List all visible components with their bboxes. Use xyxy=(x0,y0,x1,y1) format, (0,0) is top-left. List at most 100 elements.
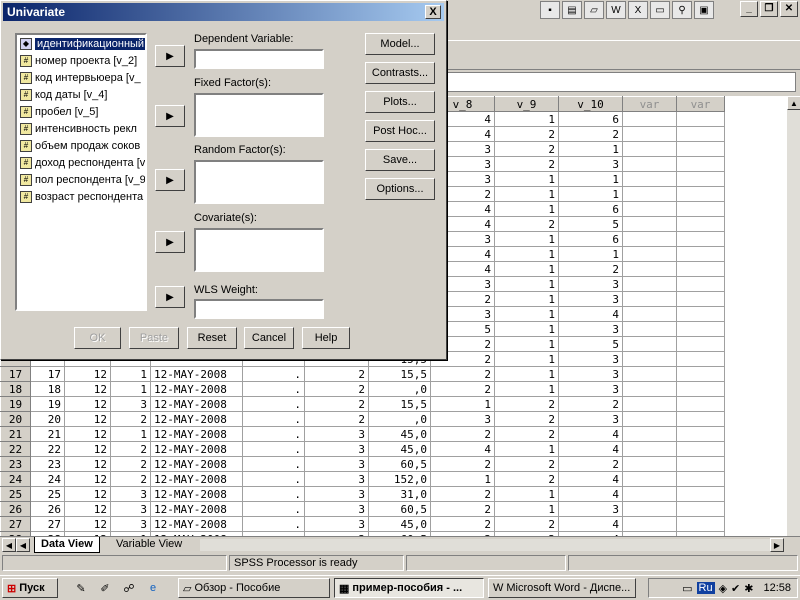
table-cell[interactable]: 2 xyxy=(430,426,495,442)
row-header[interactable]: 25 xyxy=(0,486,31,502)
table-cell[interactable] xyxy=(676,471,725,487)
quick-launch-pen-icon[interactable]: ✐ xyxy=(96,580,114,596)
image-icon[interactable]: ▣ xyxy=(694,1,714,19)
table-cell[interactable]: 2 xyxy=(494,426,559,442)
table-cell[interactable] xyxy=(622,291,677,307)
table-cell[interactable]: 6 xyxy=(558,231,623,247)
table-cell[interactable]: 2 xyxy=(558,261,623,277)
table-cell[interactable]: 2 xyxy=(494,456,559,472)
move-random-button[interactable]: ▶ xyxy=(155,169,185,191)
table-cell[interactable]: 20 xyxy=(30,411,65,427)
table-cell[interactable]: 21 xyxy=(30,426,65,442)
tray-check-icon[interactable]: ✔ xyxy=(731,582,740,595)
table-cell[interactable] xyxy=(622,186,677,202)
table-cell[interactable]: 152,0 xyxy=(368,471,431,487)
table-cell[interactable]: 1 xyxy=(494,501,559,517)
table-cell[interactable]: 12-MAY-2008 xyxy=(150,516,243,532)
table-cell[interactable] xyxy=(676,261,725,277)
table-cell[interactable]: 12-MAY-2008 xyxy=(150,426,243,442)
ok-button[interactable]: OK xyxy=(74,327,121,349)
table-cell[interactable]: 1 xyxy=(494,291,559,307)
table-cell[interactable]: 12-MAY-2008 xyxy=(150,396,243,412)
table-cell[interactable] xyxy=(622,156,677,172)
scroll-right-icon[interactable]: ▶ xyxy=(770,538,784,552)
table-cell[interactable] xyxy=(622,306,677,322)
table-cell[interactable]: . xyxy=(242,396,305,412)
table-cell[interactable]: 1 xyxy=(494,321,559,337)
taskbar-task[interactable]: ▦ пример-пособия - ... xyxy=(334,578,484,598)
table-cell[interactable] xyxy=(676,321,725,337)
table-cell[interactable]: 1 xyxy=(430,471,495,487)
table-cell[interactable]: 12-MAY-2008 xyxy=(150,456,243,472)
table-cell[interactable]: . xyxy=(242,516,305,532)
table-cell[interactable]: 6 xyxy=(558,111,623,127)
column-header[interactable]: var xyxy=(676,96,725,112)
table-cell[interactable] xyxy=(622,396,677,412)
table-cell[interactable]: 15,5 xyxy=(368,366,431,382)
table-cell[interactable]: 3 xyxy=(558,411,623,427)
table-cell[interactable]: 25 xyxy=(30,486,65,502)
table-cell[interactable]: 2 xyxy=(430,501,495,517)
table-cell[interactable]: 15,5 xyxy=(368,396,431,412)
variable-list-item[interactable]: # код интервьюера [v_ xyxy=(17,69,145,86)
table-cell[interactable]: 4 xyxy=(558,516,623,532)
table-cell[interactable]: 12 xyxy=(64,411,111,427)
table-cell[interactable] xyxy=(622,201,677,217)
fixed-factors-field[interactable] xyxy=(194,93,324,137)
table-cell[interactable]: 3 xyxy=(558,381,623,397)
column-header[interactable]: v_9 xyxy=(494,96,559,112)
variable-list-item[interactable]: # возраст респондента xyxy=(17,188,145,205)
variable-list-item[interactable]: # пол респондента [v_9 xyxy=(17,171,145,188)
table-cell[interactable]: 2 xyxy=(494,156,559,172)
table-cell[interactable]: 18 xyxy=(30,381,65,397)
variable-list-item[interactable]: # объем продаж соков xyxy=(17,137,145,154)
close-icon[interactable]: ✕ xyxy=(780,1,798,17)
table-cell[interactable]: 12 xyxy=(64,456,111,472)
table-cell[interactable]: 3 xyxy=(304,486,369,502)
table-cell[interactable]: 3 xyxy=(110,516,151,532)
table-cell[interactable] xyxy=(622,441,677,457)
table-cell[interactable] xyxy=(622,366,677,382)
table-cell[interactable] xyxy=(676,111,725,127)
minimize-icon[interactable]: _ xyxy=(740,1,758,17)
table-cell[interactable] xyxy=(676,306,725,322)
table-cell[interactable] xyxy=(622,231,677,247)
table-cell[interactable]: 2 xyxy=(110,456,151,472)
table-cell[interactable]: 3 xyxy=(558,366,623,382)
table-cell[interactable]: 3 xyxy=(304,456,369,472)
word-icon[interactable]: W xyxy=(606,1,626,19)
table-cell[interactable]: 3 xyxy=(304,471,369,487)
restore-icon[interactable]: ❐ xyxy=(760,1,778,17)
color-squares-icon[interactable]: ▪ xyxy=(540,1,560,19)
table-cell[interactable]: 26 xyxy=(30,501,65,517)
row-header[interactable]: 21 xyxy=(0,426,31,442)
table-cell[interactable] xyxy=(622,411,677,427)
row-header[interactable]: 24 xyxy=(0,471,31,487)
dialog-titlebar[interactable]: Univariate X xyxy=(3,3,444,21)
variable-list-item[interactable]: # интенсивность рекл xyxy=(17,120,145,137)
table-cell[interactable]: 1 xyxy=(494,111,559,127)
variable-list-item[interactable]: # код даты [v_4] xyxy=(17,86,145,103)
table-cell[interactable]: 3 xyxy=(304,501,369,517)
table-cell[interactable]: 1 xyxy=(494,336,559,352)
table-cell[interactable]: 1 xyxy=(494,186,559,202)
table-cell[interactable]: 1 xyxy=(110,426,151,442)
table-cell[interactable]: 12-MAY-2008 xyxy=(150,471,243,487)
table-cell[interactable]: . xyxy=(242,441,305,457)
table-cell[interactable] xyxy=(676,171,725,187)
table-cell[interactable] xyxy=(622,471,677,487)
table-cell[interactable]: 2 xyxy=(558,126,623,142)
tab-prev-icon[interactable]: ◀ xyxy=(16,538,30,552)
table-cell[interactable]: 2 xyxy=(304,396,369,412)
table-cell[interactable]: 5 xyxy=(558,336,623,352)
table-cell[interactable] xyxy=(676,381,725,397)
row-header[interactable]: 27 xyxy=(0,516,31,532)
dependent-field[interactable] xyxy=(194,49,324,69)
quick-launch-net-icon[interactable]: ☍ xyxy=(120,580,138,596)
table-cell[interactable]: 1 xyxy=(110,381,151,397)
table-cell[interactable]: 1 xyxy=(558,246,623,262)
options-button[interactable]: Options... xyxy=(365,178,435,200)
table-cell[interactable]: 2 xyxy=(494,141,559,157)
table-cell[interactable]: 17 xyxy=(30,366,65,382)
tab-first-icon[interactable]: ◀ xyxy=(2,538,16,552)
